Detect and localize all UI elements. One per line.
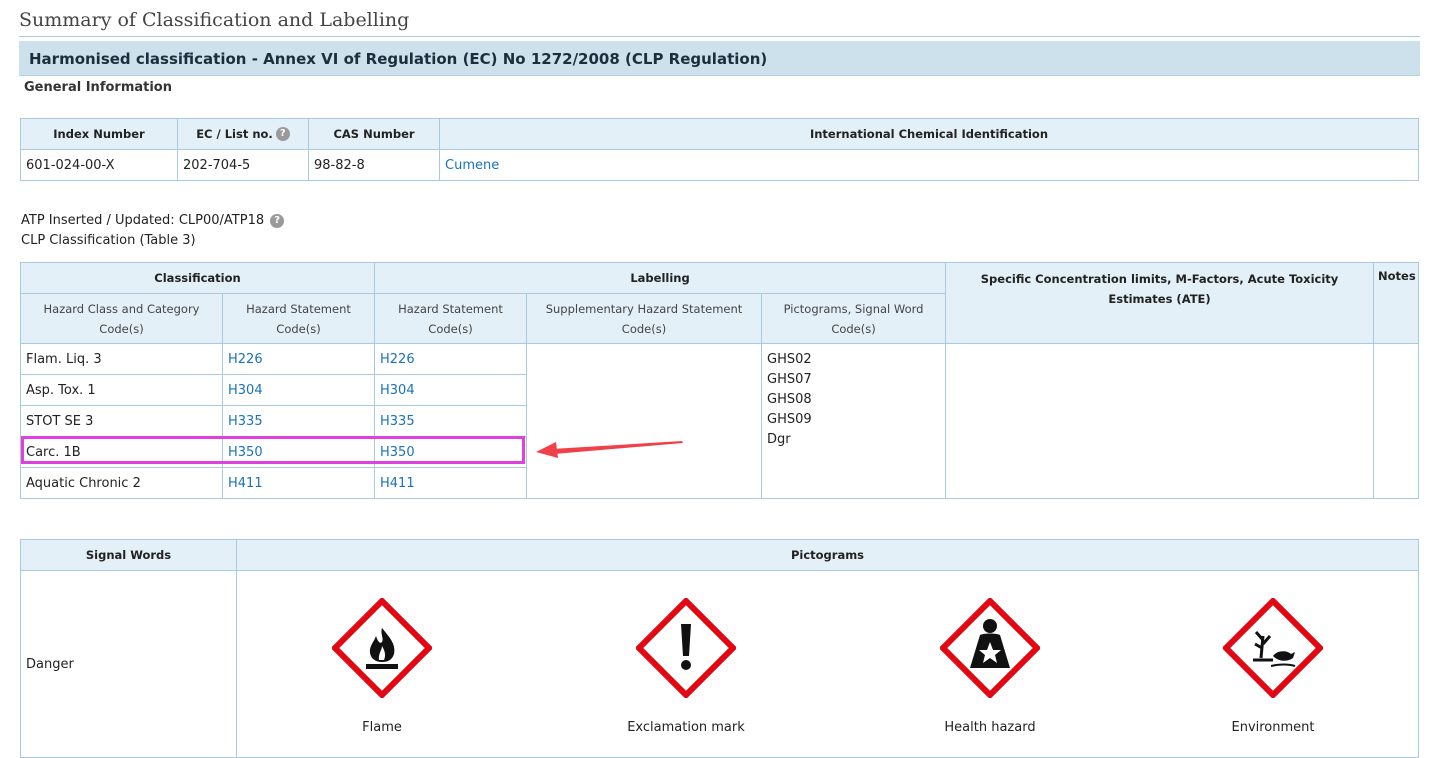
scl-cell xyxy=(945,343,1375,499)
ec-list-header-label: EC / List no. xyxy=(196,126,273,141)
hazard-class-cell: Asp. Tox. 1 xyxy=(20,374,223,406)
pictogram-environment: Environment xyxy=(1173,596,1373,735)
section-header-bar: Harmonised classification - Annex VI of … xyxy=(19,41,1420,76)
atp-text: ATP Inserted / Updated: CLP00/ATP18 xyxy=(21,213,265,228)
pictogram-code: GHS07 xyxy=(767,372,812,387)
pictogram-code: GHS09 xyxy=(767,412,812,427)
hazard-statement-cell: H411 xyxy=(222,467,375,499)
notes-header: Notes xyxy=(1373,262,1419,344)
hazard-statement-subheader: Hazard Statement Code(s) xyxy=(222,293,375,344)
classification-group-header: Classification xyxy=(20,262,375,294)
environment-icon xyxy=(1221,596,1325,700)
general-information-label: General Information xyxy=(24,80,172,95)
cas-number-value: 98-82-8 xyxy=(308,149,440,181)
pictogram-exclamation-mark: Exclamation mark xyxy=(586,596,786,735)
highlight-box xyxy=(21,436,525,464)
hazard-class-subheader-line2: Code(s) xyxy=(99,321,144,336)
page-title: Summary of Classification and Labelling xyxy=(19,9,410,31)
scl-header: Specific Concentration limits, M-Factors… xyxy=(945,262,1375,344)
index-number-header: Index Number xyxy=(20,118,178,150)
hazard-class-subheader: Hazard Class and Category Code(s) xyxy=(20,293,223,344)
title-divider xyxy=(19,36,1420,37)
notes-cell xyxy=(1373,343,1419,499)
pictograms-subheader-line1: Pictograms, Signal Word xyxy=(783,301,924,316)
supplementary-subheader: Supplementary Hazard Statement Code(s) xyxy=(526,293,762,344)
pictogram-code: GHS08 xyxy=(767,392,812,407)
pictograms-subheader: Pictograms, Signal Word Code(s) xyxy=(760,293,947,344)
pictograms-header: Pictograms xyxy=(236,539,1419,571)
label-hazard-statement-link[interactable]: H335 xyxy=(380,414,415,429)
cas-number-header: CAS Number xyxy=(308,118,440,150)
pictogram-label: Environment xyxy=(1231,720,1315,735)
arrow-head xyxy=(536,442,558,458)
section-title: Harmonised classification - Annex VI of … xyxy=(29,50,768,68)
help-icon[interactable]: ? xyxy=(270,213,285,228)
label-hazard-statement-link[interactable]: H304 xyxy=(380,383,415,398)
pictogram-health-hazard: Health hazard xyxy=(890,596,1090,735)
pictogram-flame: Flame xyxy=(282,596,482,735)
hazard-statement-link[interactable]: H304 xyxy=(228,383,263,398)
supplementary-subheader-line2: Code(s) xyxy=(621,321,667,336)
chemical-name-link[interactable]: Cumene xyxy=(445,158,499,173)
pictogram-code: Dgr xyxy=(767,432,791,447)
supplementary-subheader-line1: Supplementary Hazard Statement xyxy=(545,301,743,316)
clp-classification-label: CLP Classification (Table 3) xyxy=(21,233,196,248)
label-hazard-statement-cell: H226 xyxy=(374,343,527,375)
hazard-statement-subheader-line1: Hazard Statement xyxy=(246,301,351,316)
label-hazard-statement-cell: H411 xyxy=(374,467,527,499)
pictogram-label: Exclamation mark xyxy=(627,720,745,735)
flame-icon xyxy=(330,596,434,700)
hazard-class-cell: Aquatic Chronic 2 xyxy=(20,467,223,499)
index-number-value: 601-024-00-X xyxy=(20,149,178,181)
hazard-statement-cell: H226 xyxy=(222,343,375,375)
annotation-arrow xyxy=(536,441,683,458)
signal-word-cell: Danger xyxy=(20,570,237,758)
atp-line: ATP Inserted / Updated: CLP00/ATP18? xyxy=(21,213,285,228)
pictogram-codes-cell: GHS02 GHS07 GHS08 GHS09 Dgr xyxy=(760,343,947,499)
exclamation-mark-icon xyxy=(634,596,738,700)
hazard-class-cell: STOT SE 3 xyxy=(20,405,223,437)
health-hazard-icon xyxy=(938,596,1042,700)
hazard-statement-link[interactable]: H335 xyxy=(228,414,263,429)
hazard-class-subheader-line1: Hazard Class and Category xyxy=(43,301,200,316)
ec-list-header: EC / List no.? xyxy=(177,118,309,150)
pictogram-label: Health hazard xyxy=(944,720,1036,735)
label-hazard-statement-link[interactable]: H226 xyxy=(380,352,415,367)
hazard-statement-cell: H304 xyxy=(222,374,375,406)
chemical-identification-header: International Chemical Identification xyxy=(439,118,1419,150)
hazard-statement-link[interactable]: H411 xyxy=(228,476,263,491)
pictograms-subheader-line2: Code(s) xyxy=(831,321,876,336)
label-hazard-statement-cell: H335 xyxy=(374,405,527,437)
hazard-statement-cell: H335 xyxy=(222,405,375,437)
hazard-statement-subheader-line2: Code(s) xyxy=(276,321,321,336)
signal-words-header: Signal Words xyxy=(20,539,237,571)
label-hazard-statement-subheader: Hazard Statement Code(s) xyxy=(374,293,527,344)
labelling-group-header: Labelling xyxy=(373,262,947,294)
pictogram-label: Flame xyxy=(362,720,402,735)
supplementary-cell xyxy=(526,343,762,499)
pictogram-code: GHS02 xyxy=(767,352,812,367)
label-hazard-statement-cell: H304 xyxy=(374,374,527,406)
label-hazard-statement-subheader-line2: Code(s) xyxy=(428,321,473,336)
general-info-table: Index Number EC / List no.? CAS Number I… xyxy=(20,118,1419,181)
hazard-statement-link[interactable]: H226 xyxy=(228,352,263,367)
arrow-shaft xyxy=(552,441,683,454)
chemical-identification-cell: Cumene xyxy=(439,149,1419,181)
help-icon[interactable]: ? xyxy=(275,127,290,142)
label-hazard-statement-subheader-line1: Hazard Statement xyxy=(398,301,503,316)
hazard-class-cell: Flam. Liq. 3 xyxy=(20,343,223,375)
label-hazard-statement-link[interactable]: H411 xyxy=(380,476,415,491)
ec-list-value: 202-704-5 xyxy=(177,149,309,181)
